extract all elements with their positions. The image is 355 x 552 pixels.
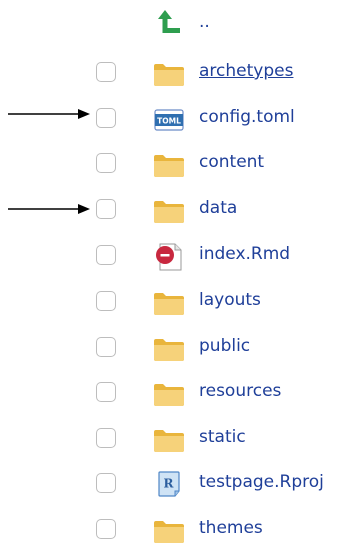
toml-file-icon: TOML bbox=[151, 103, 187, 135]
file-row-index-rmd[interactable]: index.Rmd bbox=[0, 234, 355, 278]
folder-icon bbox=[151, 194, 187, 226]
parent-directory-row[interactable]: .. bbox=[0, 0, 355, 44]
file-row-static[interactable]: static bbox=[0, 417, 355, 461]
folder-icon bbox=[151, 286, 187, 318]
file-link[interactable]: resources bbox=[199, 381, 281, 401]
row-checkbox[interactable] bbox=[96, 108, 116, 128]
file-link[interactable]: index.Rmd bbox=[199, 244, 290, 264]
file-link[interactable]: config.toml bbox=[199, 107, 295, 127]
folder-icon bbox=[151, 57, 187, 89]
folder-icon bbox=[151, 514, 187, 546]
folder-icon bbox=[151, 332, 187, 364]
file-row-public[interactable]: public bbox=[0, 326, 355, 370]
file-row-resources[interactable]: resources bbox=[0, 371, 355, 415]
up-arrow-icon[interactable] bbox=[151, 6, 187, 38]
file-link[interactable]: content bbox=[199, 152, 264, 172]
row-checkbox[interactable] bbox=[96, 62, 116, 82]
file-link[interactable]: themes bbox=[199, 518, 263, 538]
row-checkbox[interactable] bbox=[96, 382, 116, 402]
rmd-file-icon bbox=[151, 240, 187, 272]
row-checkbox[interactable] bbox=[96, 428, 116, 448]
file-row-archetypes[interactable]: archetypes bbox=[0, 51, 355, 95]
folder-icon bbox=[151, 377, 187, 409]
file-link[interactable]: layouts bbox=[199, 290, 261, 310]
row-checkbox[interactable] bbox=[96, 245, 116, 265]
row-checkbox[interactable] bbox=[96, 473, 116, 493]
svg-text:TOML: TOML bbox=[157, 117, 181, 126]
folder-icon bbox=[151, 423, 187, 455]
file-row-testpage-rproj[interactable]: R testpage.Rproj bbox=[0, 462, 355, 506]
file-link[interactable]: testpage.Rproj bbox=[199, 472, 324, 492]
svg-text:R: R bbox=[164, 477, 175, 491]
file-link[interactable]: static bbox=[199, 427, 246, 447]
row-checkbox[interactable] bbox=[96, 199, 116, 219]
row-checkbox[interactable] bbox=[96, 519, 116, 539]
file-row-themes[interactable]: themes bbox=[0, 508, 355, 552]
row-checkbox[interactable] bbox=[96, 153, 116, 173]
file-link[interactable]: archetypes bbox=[199, 61, 293, 81]
annotation-arrow-config-toml bbox=[8, 109, 90, 119]
parent-directory-link[interactable]: .. bbox=[199, 12, 210, 32]
file-link[interactable]: data bbox=[199, 198, 237, 218]
rproj-file-icon: R bbox=[151, 468, 187, 500]
row-checkbox[interactable] bbox=[96, 291, 116, 311]
row-checkbox[interactable] bbox=[96, 337, 116, 357]
file-link[interactable]: public bbox=[199, 336, 250, 356]
folder-icon bbox=[151, 148, 187, 180]
file-row-content[interactable]: content bbox=[0, 142, 355, 186]
file-row-layouts[interactable]: layouts bbox=[0, 280, 355, 324]
annotation-arrow-data bbox=[8, 204, 90, 214]
